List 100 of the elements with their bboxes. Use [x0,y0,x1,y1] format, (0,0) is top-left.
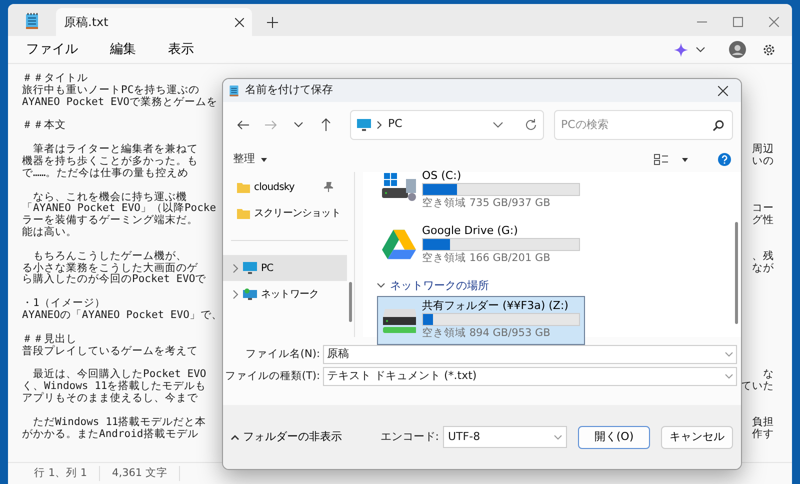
sidebar-item[interactable]: ネットワーク [223,281,347,307]
chevron-down-icon [492,122,503,128]
status-text: 行 1、列 1 [22,466,100,482]
folder-icon [237,208,250,218]
notepad-icon [25,12,39,30]
cancel-button[interactable]: キャンセル [661,426,733,448]
sparkle-icon[interactable] [674,42,688,56]
text-line: ・1（イメージ） [22,298,106,310]
chevron-right-icon[interactable] [233,290,239,298]
menu-item[interactable]: 編集 [100,38,146,62]
monitor-icon [356,118,371,130]
text-line: ラーを装備するゲーミング端末だ。 [22,215,198,226]
settings-icon[interactable] [762,42,776,56]
text-line: AYANEO Pocket EVOで業務とゲームを [22,96,218,108]
text-line: な [763,369,774,381]
text-line: ただWindows 11搭載モデルだと本 [32,416,206,428]
chevron-down-icon [554,434,562,440]
free-space: 空き領域 894 GB/953 GB [422,326,552,341]
minimize-icon [697,21,707,23]
drive-name: OS (C:) [422,169,462,183]
text-line: 普段プレイしているゲームを考えて [22,346,198,358]
text-line: 機器を持ち歩くことが多かった。も [22,156,198,167]
chevron-right-icon[interactable] [376,120,382,128]
text-line: 旅行中も重いノートPCを持ち運ぶの [22,84,200,96]
status-text: 4,361 文字 [100,466,180,482]
chevron-down-icon[interactable] [696,46,705,52]
group-header[interactable]: ネットワークの場所 [377,276,489,296]
caret-icon[interactable] [682,158,688,162]
text-line: 、残 [752,250,774,263]
text-line: なら、これを機会に持ち運ぶ機 [32,192,187,203]
drive-name: Google Drive (G:) [422,224,519,238]
file-type-dropdown[interactable]: テキスト ドキュメント (*.txt) [323,367,737,386]
refresh-icon[interactable] [524,118,537,130]
text-line: く、Windows 11を搭載したモデルも [22,381,206,392]
open-button[interactable]: 開く(O) [578,426,650,448]
search-field[interactable]: PCの検索 [554,110,733,140]
text-line: もちろんこうしたゲーム機が、 [32,250,187,262]
text-line: 筆者はライターと編集者を兼ねて [32,144,198,156]
drive-item[interactable]: 共有フォルダー (¥¥F3a) (Z:) 空き領域 894 GB/953 GB [377,296,585,345]
text-line: 作す [752,428,774,440]
text-line: 周辺 [752,144,774,156]
network-icon [243,288,257,300]
text-line: ていた [741,381,774,393]
field-label: ファイル名(N): [244,346,321,362]
sidebar-item[interactable]: PC [223,255,347,281]
breadcrumb: PC [388,116,402,132]
scrollbar[interactable] [349,282,352,322]
arrow-up-icon [321,118,332,131]
avatar-icon[interactable] [729,41,746,58]
drive-name: 共有フォルダー (¥¥F3a) (Z:) [422,299,570,313]
close-icon [769,17,779,27]
text-line: 「AYANEO Pocket EVO」（以降Pocke [22,203,216,214]
caret-icon [261,158,267,162]
arrow-right-icon [264,120,277,130]
address-bar[interactable]: PC [350,110,544,140]
chevron-up-icon [231,434,239,440]
tab[interactable]: 原稿.txt [56,8,252,36]
monitor-icon [243,262,257,274]
dialog-title: 名前を付けて保存 [245,82,333,98]
help-icon[interactable] [718,153,731,166]
sidebar-item[interactable]: スクリーンショット [223,200,347,226]
organize-button[interactable]: 整理 [233,146,255,174]
field-label: ファイルの種類(T): [224,368,321,384]
text-line: ＃＃本文 [22,120,66,132]
scrollbar[interactable] [735,222,738,324]
text-line: で……。ただ今は仕事の量も控えめ [22,168,189,180]
chevron-down-icon [725,374,733,379]
encoding-dropdown[interactable]: UTF-8 [443,426,567,448]
text-line: 負担 [752,416,774,428]
text-line: 能は高い。 [22,226,77,239]
text-line: ら購入したのが今回のPocket EVOで [22,274,206,286]
triangle-icon [382,229,416,262]
text-line: AYANEOの「AYANEO Pocket EVO」で、 [22,310,222,322]
view-icon[interactable] [654,154,668,165]
free-space: 空き領域 735 GB/937 GB [422,196,552,211]
text-line: コー [752,203,774,214]
text-line: る小さな業務をこうした大画面のゲ [22,262,198,274]
menu-item[interactable]: 表示 [158,38,204,62]
text-line: アプリもそのまま使えるし、今まで [22,392,198,405]
chevron-icon [377,283,385,288]
text-line: なが [752,262,774,274]
hide-folders-button[interactable]: フォルダーの非表示 [231,423,342,451]
search-icon [712,120,724,130]
chevron-down-icon [725,352,733,357]
notepad-icon [229,84,239,97]
text-line: グ性 [752,215,774,227]
field-label: エンコード: [380,428,439,445]
sidebar-item[interactable]: cloudsky [223,174,347,200]
text-line: いの [752,156,774,168]
close-icon[interactable] [235,18,244,26]
folder-icon [237,182,250,192]
close-icon [718,86,728,96]
menu-item[interactable]: ファイル [16,38,88,62]
drive-item[interactable]: Google Drive (G:) 空き領域 166 GB/201 GB [377,220,585,270]
text-line: がかかる。またAndroid搭載モデル [22,428,198,440]
file-name-field[interactable]: 原稿 [323,345,737,364]
text-line: 最近は、今回購入したPocket EVO [32,369,206,380]
chevron-down-icon [294,122,303,128]
drive-item[interactable]: OS (C:) 空き領域 735 GB/937 GB [377,166,585,215]
maximize-icon [733,17,743,27]
